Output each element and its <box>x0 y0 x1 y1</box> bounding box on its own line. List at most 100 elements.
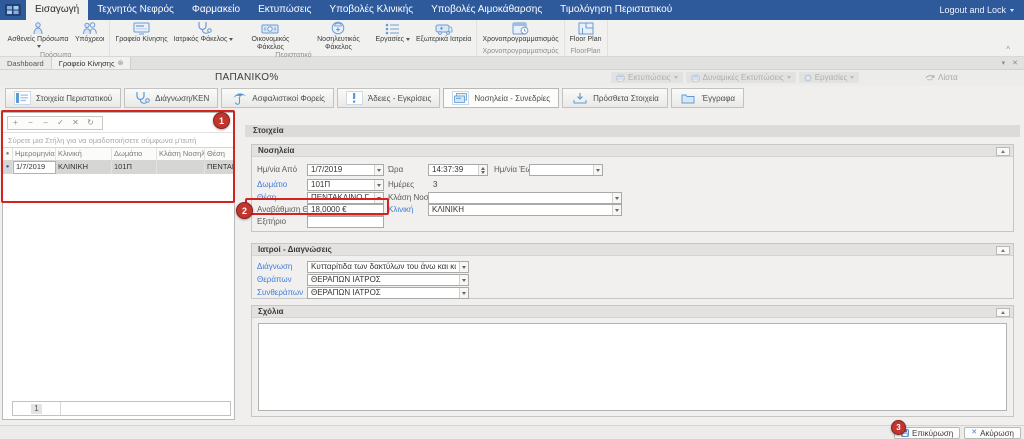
dynamic-printouts-button[interactable]: Δυναμικές Εκτυπώσεις <box>686 72 796 83</box>
subtab-case-details[interactable]: Στοιχεία Περιστατικού <box>5 88 121 108</box>
cancel-edit-button[interactable]: ✕ <box>68 117 83 129</box>
combo-arrow-icon[interactable] <box>612 205 621 215</box>
subtab-additional-details[interactable]: Πρόσθετα Στοιχεία <box>562 88 668 108</box>
menu-tab-dialysis-submissions[interactable]: Υποβολές Αιμοκάθαρσης <box>422 0 551 20</box>
grid-row[interactable]: ● 1/7/2019 ΚΛΙΝΙΚΗ 101Π ΠΕΝΤΑΚΛΙ <box>3 161 234 174</box>
subtab-hospitalization-sessions[interactable]: Νοσηλεία - Συνεδρίες <box>443 88 559 108</box>
dock-caret-down-icon[interactable]: ▾ <box>1002 59 1006 67</box>
doc-tab-dashboard[interactable]: Dashboard <box>0 57 52 69</box>
tab-close-icon[interactable]: ⊗ <box>118 60 124 67</box>
co-attending-doctor-field[interactable]: ΘΕΡΑΠΩΝ ΙΑΤΡΟΣ <box>307 287 469 299</box>
menu-tab-case-billing[interactable]: Τιμολόγηση Περιστατικού <box>551 0 681 20</box>
time-field[interactable]: 14:37:39 <box>428 164 488 176</box>
combo-arrow-icon[interactable] <box>459 288 468 298</box>
care-class-field[interactable] <box>428 192 622 204</box>
grid-cell-position[interactable]: ΠΕΝΤΑΚΛΙ <box>205 161 234 174</box>
panel-collapse-button[interactable] <box>996 308 1010 317</box>
grid-cell-room[interactable]: 101Π <box>112 161 157 174</box>
combo-arrow-icon[interactable] <box>459 275 468 285</box>
ribbon-button-scheduling[interactable]: Χρονοπρογραμματισμός <box>479 20 561 48</box>
case-title: ΠΑΠΑΝΙΚΟ% <box>215 72 279 83</box>
ribbon-button-outpatient-clinics[interactable]: Εξωτερικά Ιατρεία <box>413 20 474 52</box>
title-actions: Εκτυπώσεις Δυναμικές Εκτυπώσεις Εργασίες <box>611 72 859 83</box>
cancel-x-icon: ✕ <box>971 429 977 437</box>
form-row: Αναβάθμιση Θέσης: 18,0000 € Κλινική ΚΛΙΝ… <box>252 204 1013 216</box>
menu-tab-printouts[interactable]: Εκτυπώσεις <box>249 0 320 20</box>
co-attending-doctor-label[interactable]: Συνθεράπων <box>257 287 303 299</box>
combo-arrow-icon[interactable] <box>459 262 468 272</box>
tasks-dropdown-button[interactable]: Εργασίες <box>799 72 860 83</box>
grid-cell-clinic[interactable]: ΚΛΙΝΙΚΗ <box>56 161 112 174</box>
group-by-hint[interactable]: Σύρετε μια Στήλη για να ομαδοποιήσετε σύ… <box>3 132 234 148</box>
app-logo-icon[interactable] <box>0 0 26 20</box>
attending-doctor-label[interactable]: Θεράπων <box>257 274 292 286</box>
room-label[interactable]: Δωμάτιο <box>257 179 287 191</box>
panel-collapse-button[interactable] <box>996 246 1010 255</box>
combo-arrow-icon[interactable] <box>374 193 383 203</box>
diagnosis-label[interactable]: Διάγνωση <box>257 261 292 273</box>
menu-tab-insert[interactable]: Εισαγωγή <box>26 0 88 20</box>
confirm-edit-button[interactable]: ✓ <box>53 117 68 129</box>
ribbon-button-floor-plan[interactable]: Floor Plan <box>567 20 605 48</box>
spinner-icon[interactable] <box>478 165 487 175</box>
combo-arrow-icon[interactable] <box>593 165 602 175</box>
grid-cell-date[interactable]: 1/7/2019 <box>13 161 56 174</box>
ribbon-collapse-button[interactable]: ^ <box>1006 46 1010 54</box>
grid-column-header-care-class[interactable]: Κλάση Νοσηλείας <box>157 148 205 160</box>
cancel-button[interactable]: ✕ Ακύρωση <box>964 427 1021 439</box>
position-upgrade-field[interactable]: 18,0000 € <box>307 204 384 216</box>
date-to-field[interactable] <box>529 164 603 176</box>
ribbon-button-movement-office[interactable]: Γραφείο Κίνησης <box>112 20 170 52</box>
grid-column-header-room[interactable]: Δωμάτιο <box>112 148 157 160</box>
subtab-label: Ασφαλιστικοί Φορείς <box>252 94 325 103</box>
comments-textarea[interactable] <box>258 323 1007 411</box>
dock-close-icon[interactable]: ✕ <box>1012 59 1018 67</box>
case-title-bar: ΠΑΠΑΝΙΚΟ% Εκτυπώσεις Δυναμικές Εκτυπώσει… <box>0 70 1024 86</box>
ribbon-button-nursing-file[interactable]: Νοσηλευτικός Φάκελος <box>304 20 372 52</box>
position-label[interactable]: Θέση <box>257 192 276 204</box>
caret-down-icon <box>1010 9 1014 12</box>
combo-arrow-icon[interactable] <box>374 180 383 190</box>
clinic-field[interactable]: ΚΛΙΝΙΚΗ <box>428 204 622 216</box>
subtab-insurance-providers[interactable]: Ασφαλιστικοί Φορείς <box>221 88 334 108</box>
ribbon-button-label: Υπόχρεοι <box>75 36 104 44</box>
grid-column-header-position[interactable]: Θέση <box>205 148 234 160</box>
date-from-field[interactable]: 1/7/2019 <box>307 164 384 176</box>
delete-row-button[interactable]: − <box>23 117 38 129</box>
grid-cell-care-class[interactable] <box>157 161 205 174</box>
room-field[interactable]: 101Π <box>307 179 384 191</box>
subtab-documents[interactable]: Έγγραφα <box>671 88 744 108</box>
ribbon-button-patients-persons[interactable]: Ασθενείς Πρόσωπα <box>4 20 72 52</box>
discharge-field[interactable] <box>307 216 384 228</box>
ribbon-button-financial-file[interactable]: Οικονομικός Φάκελος <box>236 20 304 52</box>
subtab-diagnosis-ken[interactable]: Διάγνωση/ΚΕΝ <box>124 88 218 108</box>
people-icon <box>81 21 99 35</box>
form-row: Συνθεράπων ΘΕΡΑΠΩΝ ΙΑΤΡΟΣ <box>252 287 1013 299</box>
attending-doctor-field[interactable]: ΘΕΡΑΠΩΝ ΙΑΤΡΟΣ <box>307 274 469 286</box>
grid-column-header-clinic[interactable]: Κλινική <box>56 148 112 160</box>
menu-tab-pharmacy[interactable]: Φαρμακείο <box>183 0 249 20</box>
logout-button[interactable]: Logout and Lock <box>939 5 1014 15</box>
combo-arrow-icon[interactable] <box>612 193 621 203</box>
clinic-label[interactable]: Κλινική <box>388 204 413 216</box>
ribbon-button-obligors[interactable]: Υπόχρεοι <box>72 20 107 52</box>
menu-tab-artificial-kidney[interactable]: Τεχνητός Νεφρός <box>88 0 183 20</box>
ribbon-button-medical-file[interactable]: Ιατρικός Φάκελος <box>171 20 237 52</box>
add-row-button[interactable]: + <box>8 117 23 129</box>
ribbon-button-tasks[interactable]: Εργασίες <box>372 20 413 52</box>
panel-collapse-button[interactable] <box>996 147 1010 156</box>
grid-column-header-date[interactable]: Ημερομηνία▴ <box>13 148 56 160</box>
date-from-label: Ημ/νία Από <box>257 164 297 176</box>
chevron-up-icon <box>1001 150 1005 153</box>
position-field[interactable]: ΠΕΝΤΑΚΛΙΝΟ Γ <box>307 192 384 204</box>
nurse-icon <box>331 21 345 35</box>
list-button[interactable]: Λίστα <box>925 73 958 82</box>
doc-tab-movement-office[interactable]: Γραφείο Κίνησης ⊗ <box>52 57 132 69</box>
diagnosis-field[interactable]: Κυτταρίτιδα των δακτύλων του άνω και κάτ… <box>307 261 469 273</box>
subtab-permits-approvals[interactable]: Άδειες - Εγκρίσεις <box>337 88 440 108</box>
menu-tab-clinic-submissions[interactable]: Υποβολές Κλινικής <box>320 0 422 20</box>
combo-arrow-icon[interactable] <box>374 165 383 175</box>
refresh-button[interactable]: ↻ <box>83 117 98 129</box>
printouts-button[interactable]: Εκτυπώσεις <box>611 72 683 83</box>
edit-row-button[interactable]: ‒ <box>38 117 53 129</box>
